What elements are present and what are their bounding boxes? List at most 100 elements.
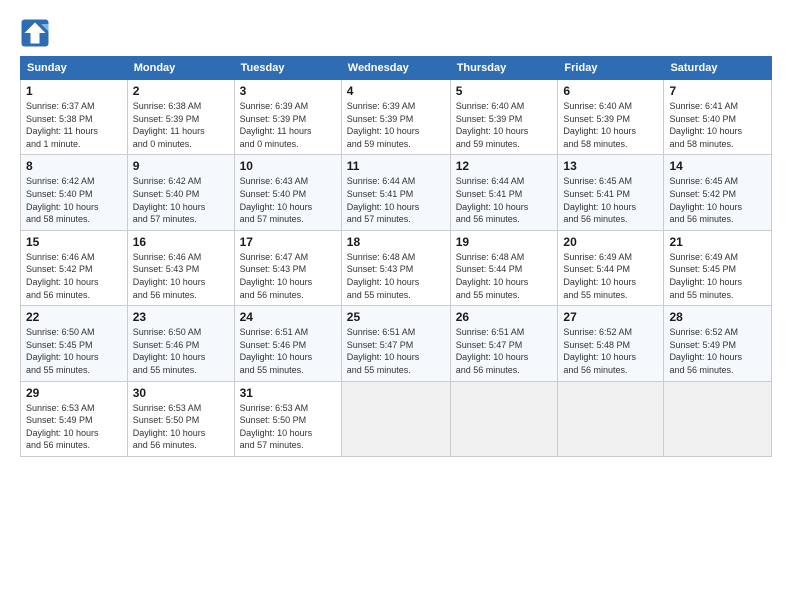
day-info: Sunrise: 6:40 AM Sunset: 5:39 PM Dayligh… <box>456 100 553 150</box>
day-info: Sunrise: 6:53 AM Sunset: 5:50 PM Dayligh… <box>240 402 336 452</box>
day-info: Sunrise: 6:53 AM Sunset: 5:50 PM Dayligh… <box>133 402 229 452</box>
weekday-header-saturday: Saturday <box>664 57 772 80</box>
day-info: Sunrise: 6:41 AM Sunset: 5:40 PM Dayligh… <box>669 100 766 150</box>
week-row-3: 15 Sunrise: 6:46 AM Sunset: 5:42 PM Dayli… <box>21 230 772 305</box>
day-info: Sunrise: 6:42 AM Sunset: 5:40 PM Dayligh… <box>26 175 122 225</box>
calendar-cell: 7 Sunrise: 6:41 AM Sunset: 5:40 PM Daylig… <box>664 80 772 155</box>
calendar-cell: 30Sunrise: 6:53 AM Sunset: 5:50 PM Dayli… <box>127 381 234 456</box>
day-info: Sunrise: 6:40 AM Sunset: 5:39 PM Dayligh… <box>563 100 658 150</box>
calendar-cell: 16 Sunrise: 6:46 AM Sunset: 5:43 PM Dayli… <box>127 230 234 305</box>
weekday-header-wednesday: Wednesday <box>341 57 450 80</box>
day-info: Sunrise: 6:52 AM Sunset: 5:49 PM Dayligh… <box>669 326 766 376</box>
day-number: 23 <box>133 310 229 324</box>
calendar-cell: 17 Sunrise: 6:47 AM Sunset: 5:43 PM Dayli… <box>234 230 341 305</box>
day-number: 11 <box>347 159 445 173</box>
day-number: 29 <box>26 386 122 400</box>
weekday-header-thursday: Thursday <box>450 57 558 80</box>
calendar-cell: 19 Sunrise: 6:48 AM Sunset: 5:44 PM Dayli… <box>450 230 558 305</box>
day-number: 3 <box>240 84 336 98</box>
calendar-cell <box>558 381 664 456</box>
week-row-4: 22Sunrise: 6:50 AM Sunset: 5:45 PM Dayli… <box>21 306 772 381</box>
day-info: Sunrise: 6:50 AM Sunset: 5:46 PM Dayligh… <box>133 326 229 376</box>
page: SundayMondayTuesdayWednesdayThursdayFrid… <box>0 0 792 612</box>
calendar-cell: 25 Sunrise: 6:51 AM Sunset: 5:47 PM Dayli… <box>341 306 450 381</box>
day-number: 9 <box>133 159 229 173</box>
day-number: 25 <box>347 310 445 324</box>
calendar-table: SundayMondayTuesdayWednesdayThursdayFrid… <box>20 56 772 457</box>
day-info: Sunrise: 6:52 AM Sunset: 5:48 PM Dayligh… <box>563 326 658 376</box>
logo-icon <box>20 18 50 48</box>
calendar-cell: 28Sunrise: 6:52 AM Sunset: 5:49 PM Dayli… <box>664 306 772 381</box>
day-info: Sunrise: 6:51 AM Sunset: 5:47 PM Dayligh… <box>347 326 445 376</box>
calendar-cell: 9 Sunrise: 6:42 AM Sunset: 5:40 PM Daylig… <box>127 155 234 230</box>
day-info: Sunrise: 6:48 AM Sunset: 5:44 PM Dayligh… <box>456 251 553 301</box>
day-info: Sunrise: 6:51 AM Sunset: 5:46 PM Dayligh… <box>240 326 336 376</box>
calendar-cell: 3 Sunrise: 6:39 AM Sunset: 5:39 PM Daylig… <box>234 80 341 155</box>
calendar-cell: 2 Sunrise: 6:38 AM Sunset: 5:39 PM Daylig… <box>127 80 234 155</box>
week-row-1: 1Sunrise: 6:37 AM Sunset: 5:38 PM Daylig… <box>21 80 772 155</box>
calendar-cell: 4Sunrise: 6:39 AM Sunset: 5:39 PM Daylig… <box>341 80 450 155</box>
calendar-cell: 6 Sunrise: 6:40 AM Sunset: 5:39 PM Daylig… <box>558 80 664 155</box>
day-number: 24 <box>240 310 336 324</box>
calendar-cell: 1Sunrise: 6:37 AM Sunset: 5:38 PM Daylig… <box>21 80 128 155</box>
calendar-cell: 26Sunrise: 6:51 AM Sunset: 5:47 PM Dayli… <box>450 306 558 381</box>
day-info: Sunrise: 6:50 AM Sunset: 5:45 PM Dayligh… <box>26 326 122 376</box>
calendar-cell: 23 Sunrise: 6:50 AM Sunset: 5:46 PM Dayli… <box>127 306 234 381</box>
day-info: Sunrise: 6:37 AM Sunset: 5:38 PM Dayligh… <box>26 100 122 150</box>
calendar-cell: 27Sunrise: 6:52 AM Sunset: 5:48 PM Dayli… <box>558 306 664 381</box>
day-number: 26 <box>456 310 553 324</box>
weekday-header-tuesday: Tuesday <box>234 57 341 80</box>
day-number: 15 <box>26 235 122 249</box>
calendar-cell: 29 Sunrise: 6:53 AM Sunset: 5:49 PM Dayli… <box>21 381 128 456</box>
week-row-2: 8 Sunrise: 6:42 AM Sunset: 5:40 PM Daylig… <box>21 155 772 230</box>
weekday-header-sunday: Sunday <box>21 57 128 80</box>
day-info: Sunrise: 6:47 AM Sunset: 5:43 PM Dayligh… <box>240 251 336 301</box>
calendar-cell: 12 Sunrise: 6:44 AM Sunset: 5:41 PM Dayli… <box>450 155 558 230</box>
day-number: 5 <box>456 84 553 98</box>
day-info: Sunrise: 6:38 AM Sunset: 5:39 PM Dayligh… <box>133 100 229 150</box>
day-number: 7 <box>669 84 766 98</box>
day-number: 8 <box>26 159 122 173</box>
calendar-cell <box>450 381 558 456</box>
weekday-header-friday: Friday <box>558 57 664 80</box>
day-info: Sunrise: 6:53 AM Sunset: 5:49 PM Dayligh… <box>26 402 122 452</box>
calendar-cell: 22Sunrise: 6:50 AM Sunset: 5:45 PM Dayli… <box>21 306 128 381</box>
day-number: 20 <box>563 235 658 249</box>
day-number: 13 <box>563 159 658 173</box>
calendar-cell: 15 Sunrise: 6:46 AM Sunset: 5:42 PM Dayli… <box>21 230 128 305</box>
calendar-cell <box>664 381 772 456</box>
day-info: Sunrise: 6:48 AM Sunset: 5:43 PM Dayligh… <box>347 251 445 301</box>
day-info: Sunrise: 6:39 AM Sunset: 5:39 PM Dayligh… <box>347 100 445 150</box>
day-number: 16 <box>133 235 229 249</box>
day-number: 2 <box>133 84 229 98</box>
calendar-cell: 31Sunrise: 6:53 AM Sunset: 5:50 PM Dayli… <box>234 381 341 456</box>
day-info: Sunrise: 6:49 AM Sunset: 5:45 PM Dayligh… <box>669 251 766 301</box>
day-info: Sunrise: 6:44 AM Sunset: 5:41 PM Dayligh… <box>347 175 445 225</box>
day-number: 12 <box>456 159 553 173</box>
day-number: 21 <box>669 235 766 249</box>
day-info: Sunrise: 6:46 AM Sunset: 5:42 PM Dayligh… <box>26 251 122 301</box>
calendar-cell: 20Sunrise: 6:49 AM Sunset: 5:44 PM Dayli… <box>558 230 664 305</box>
day-info: Sunrise: 6:46 AM Sunset: 5:43 PM Dayligh… <box>133 251 229 301</box>
calendar-cell: 13 Sunrise: 6:45 AM Sunset: 5:41 PM Dayli… <box>558 155 664 230</box>
weekday-header-monday: Monday <box>127 57 234 80</box>
day-number: 19 <box>456 235 553 249</box>
day-number: 6 <box>563 84 658 98</box>
calendar-cell: 18Sunrise: 6:48 AM Sunset: 5:43 PM Dayli… <box>341 230 450 305</box>
day-info: Sunrise: 6:42 AM Sunset: 5:40 PM Dayligh… <box>133 175 229 225</box>
day-info: Sunrise: 6:43 AM Sunset: 5:40 PM Dayligh… <box>240 175 336 225</box>
day-info: Sunrise: 6:45 AM Sunset: 5:41 PM Dayligh… <box>563 175 658 225</box>
day-number: 17 <box>240 235 336 249</box>
calendar-cell: 24 Sunrise: 6:51 AM Sunset: 5:46 PM Dayli… <box>234 306 341 381</box>
calendar-cell: 10 Sunrise: 6:43 AM Sunset: 5:40 PM Dayli… <box>234 155 341 230</box>
day-info: Sunrise: 6:39 AM Sunset: 5:39 PM Dayligh… <box>240 100 336 150</box>
calendar-cell: 11 Sunrise: 6:44 AM Sunset: 5:41 PM Dayli… <box>341 155 450 230</box>
calendar-cell: 5 Sunrise: 6:40 AM Sunset: 5:39 PM Daylig… <box>450 80 558 155</box>
day-info: Sunrise: 6:44 AM Sunset: 5:41 PM Dayligh… <box>456 175 553 225</box>
calendar-cell: 8 Sunrise: 6:42 AM Sunset: 5:40 PM Daylig… <box>21 155 128 230</box>
calendar-cell: 14Sunrise: 6:45 AM Sunset: 5:42 PM Dayli… <box>664 155 772 230</box>
day-number: 14 <box>669 159 766 173</box>
header <box>20 18 772 48</box>
logo <box>20 18 54 48</box>
day-number: 10 <box>240 159 336 173</box>
